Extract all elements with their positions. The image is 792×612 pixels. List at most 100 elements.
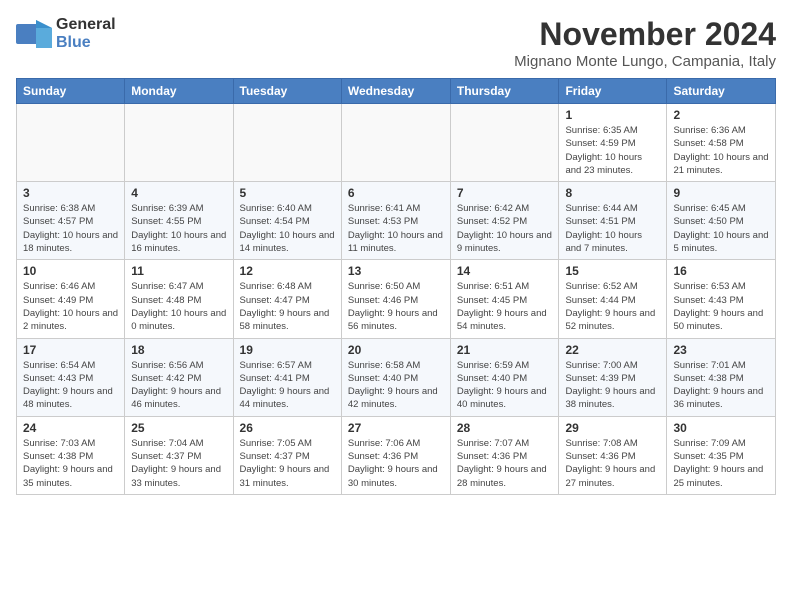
calendar-cell: 23 Sunrise: 7:01 AM Sunset: 4:38 PM Dayli… <box>667 338 776 416</box>
title-section: November 2024 Mignano Monte Lungo, Campa… <box>514 16 776 70</box>
logo-text-line1: General <box>56 16 116 34</box>
day-number: 29 <box>565 421 660 435</box>
day-info: Sunrise: 6:47 AM Sunset: 4:48 PM Dayligh… <box>131 280 226 333</box>
calendar-cell <box>341 104 450 182</box>
day-info: Sunrise: 6:53 AM Sunset: 4:43 PM Dayligh… <box>673 280 769 333</box>
day-number: 15 <box>565 264 660 278</box>
calendar-cell: 9 Sunrise: 6:45 AM Sunset: 4:50 PM Daylig… <box>667 182 776 260</box>
day-number: 18 <box>131 343 226 357</box>
day-number: 3 <box>23 186 118 200</box>
calendar-cell: 6 Sunrise: 6:41 AM Sunset: 4:53 PM Daylig… <box>341 182 450 260</box>
calendar-cell: 3 Sunrise: 6:38 AM Sunset: 4:57 PM Daylig… <box>17 182 125 260</box>
day-number: 17 <box>23 343 118 357</box>
day-info: Sunrise: 7:05 AM Sunset: 4:37 PM Dayligh… <box>240 437 335 490</box>
calendar-cell: 15 Sunrise: 6:52 AM Sunset: 4:44 PM Dayli… <box>559 260 667 338</box>
calendar-cell: 25Sunrise: 7:04 AM Sunset: 4:37 PM Dayli… <box>125 416 233 494</box>
weekday-header: Monday <box>125 79 233 104</box>
day-info: Sunrise: 6:51 AM Sunset: 4:45 PM Dayligh… <box>457 280 553 333</box>
calendar-cell: 29 Sunrise: 7:08 AM Sunset: 4:36 PM Dayli… <box>559 416 667 494</box>
calendar-header-row: SundayMondayTuesdayWednesdayThursdayFrid… <box>17 79 776 104</box>
calendar-week-row: 17Sunrise: 6:54 AM Sunset: 4:43 PM Dayli… <box>17 338 776 416</box>
calendar-week-row: 24Sunrise: 7:03 AM Sunset: 4:38 PM Dayli… <box>17 416 776 494</box>
calendar-cell: 30 Sunrise: 7:09 AM Sunset: 4:35 PM Dayli… <box>667 416 776 494</box>
calendar-table: SundayMondayTuesdayWednesdayThursdayFrid… <box>16 78 776 495</box>
calendar-cell: 11 Sunrise: 6:47 AM Sunset: 4:48 PM Dayli… <box>125 260 233 338</box>
day-number: 10 <box>23 264 118 278</box>
day-info: Sunrise: 6:44 AM Sunset: 4:51 PM Dayligh… <box>565 202 660 255</box>
calendar-cell: 7 Sunrise: 6:42 AM Sunset: 4:52 PM Daylig… <box>450 182 559 260</box>
day-info: Sunrise: 6:40 AM Sunset: 4:54 PM Dayligh… <box>240 202 335 255</box>
day-info: Sunrise: 6:59 AM Sunset: 4:40 PM Dayligh… <box>457 359 553 412</box>
page-header: General Blue November 2024 Mignano Monte… <box>16 16 776 70</box>
day-info: Sunrise: 6:35 AM Sunset: 4:59 PM Dayligh… <box>565 124 660 177</box>
weekday-header: Sunday <box>17 79 125 104</box>
calendar-week-row: 3 Sunrise: 6:38 AM Sunset: 4:57 PM Daylig… <box>17 182 776 260</box>
day-info: Sunrise: 7:01 AM Sunset: 4:38 PM Dayligh… <box>673 359 769 412</box>
day-info: Sunrise: 6:52 AM Sunset: 4:44 PM Dayligh… <box>565 280 660 333</box>
calendar-cell: 24Sunrise: 7:03 AM Sunset: 4:38 PM Dayli… <box>17 416 125 494</box>
weekday-header: Saturday <box>667 79 776 104</box>
day-number: 6 <box>348 186 444 200</box>
calendar-cell: 20Sunrise: 6:58 AM Sunset: 4:40 PM Dayli… <box>341 338 450 416</box>
day-number: 19 <box>240 343 335 357</box>
weekday-header: Wednesday <box>341 79 450 104</box>
day-info: Sunrise: 6:46 AM Sunset: 4:49 PM Dayligh… <box>23 280 118 333</box>
calendar-cell: 2Sunrise: 6:36 AM Sunset: 4:58 PM Daylig… <box>667 104 776 182</box>
day-number: 11 <box>131 264 226 278</box>
day-number: 30 <box>673 421 769 435</box>
calendar-cell: 14Sunrise: 6:51 AM Sunset: 4:45 PM Dayli… <box>450 260 559 338</box>
day-number: 26 <box>240 421 335 435</box>
day-number: 20 <box>348 343 444 357</box>
calendar-cell <box>125 104 233 182</box>
day-number: 4 <box>131 186 226 200</box>
day-info: Sunrise: 6:48 AM Sunset: 4:47 PM Dayligh… <box>240 280 335 333</box>
day-number: 21 <box>457 343 553 357</box>
day-number: 8 <box>565 186 660 200</box>
day-number: 12 <box>240 264 335 278</box>
calendar-cell <box>17 104 125 182</box>
logo: General Blue <box>16 16 116 51</box>
weekday-header: Friday <box>559 79 667 104</box>
day-info: Sunrise: 7:06 AM Sunset: 4:36 PM Dayligh… <box>348 437 444 490</box>
day-info: Sunrise: 7:08 AM Sunset: 4:36 PM Dayligh… <box>565 437 660 490</box>
day-number: 9 <box>673 186 769 200</box>
day-info: Sunrise: 6:39 AM Sunset: 4:55 PM Dayligh… <box>131 202 226 255</box>
day-number: 2 <box>673 108 769 122</box>
day-info: Sunrise: 6:50 AM Sunset: 4:46 PM Dayligh… <box>348 280 444 333</box>
day-info: Sunrise: 6:45 AM Sunset: 4:50 PM Dayligh… <box>673 202 769 255</box>
logo-icon <box>16 20 52 48</box>
calendar-cell: 12 Sunrise: 6:48 AM Sunset: 4:47 PM Dayli… <box>233 260 341 338</box>
calendar-cell: 1Sunrise: 6:35 AM Sunset: 4:59 PM Daylig… <box>559 104 667 182</box>
day-info: Sunrise: 7:00 AM Sunset: 4:39 PM Dayligh… <box>565 359 660 412</box>
day-number: 22 <box>565 343 660 357</box>
calendar-cell: 13Sunrise: 6:50 AM Sunset: 4:46 PM Dayli… <box>341 260 450 338</box>
weekday-header: Thursday <box>450 79 559 104</box>
day-info: Sunrise: 6:41 AM Sunset: 4:53 PM Dayligh… <box>348 202 444 255</box>
day-number: 23 <box>673 343 769 357</box>
day-number: 25 <box>131 421 226 435</box>
calendar-cell: 16 Sunrise: 6:53 AM Sunset: 4:43 PM Dayli… <box>667 260 776 338</box>
logo-text-line2: Blue <box>56 34 116 52</box>
day-info: Sunrise: 6:42 AM Sunset: 4:52 PM Dayligh… <box>457 202 553 255</box>
day-number: 27 <box>348 421 444 435</box>
calendar-cell: 28Sunrise: 7:07 AM Sunset: 4:36 PM Dayli… <box>450 416 559 494</box>
day-number: 7 <box>457 186 553 200</box>
day-info: Sunrise: 7:07 AM Sunset: 4:36 PM Dayligh… <box>457 437 553 490</box>
calendar-cell: 26 Sunrise: 7:05 AM Sunset: 4:37 PM Dayli… <box>233 416 341 494</box>
location-title: Mignano Monte Lungo, Campania, Italy <box>514 53 776 70</box>
day-info: Sunrise: 7:09 AM Sunset: 4:35 PM Dayligh… <box>673 437 769 490</box>
day-info: Sunrise: 6:38 AM Sunset: 4:57 PM Dayligh… <box>23 202 118 255</box>
calendar-cell: 19Sunrise: 6:57 AM Sunset: 4:41 PM Dayli… <box>233 338 341 416</box>
calendar-cell <box>450 104 559 182</box>
day-number: 16 <box>673 264 769 278</box>
weekday-header: Tuesday <box>233 79 341 104</box>
day-number: 5 <box>240 186 335 200</box>
calendar-week-row: 10 Sunrise: 6:46 AM Sunset: 4:49 PM Dayli… <box>17 260 776 338</box>
day-number: 24 <box>23 421 118 435</box>
calendar-cell: 22 Sunrise: 7:00 AM Sunset: 4:39 PM Dayli… <box>559 338 667 416</box>
calendar-cell: 5 Sunrise: 6:40 AM Sunset: 4:54 PM Daylig… <box>233 182 341 260</box>
calendar-cell <box>233 104 341 182</box>
calendar-cell: 27 Sunrise: 7:06 AM Sunset: 4:36 PM Dayli… <box>341 416 450 494</box>
day-info: Sunrise: 6:56 AM Sunset: 4:42 PM Dayligh… <box>131 359 226 412</box>
calendar-cell: 10 Sunrise: 6:46 AM Sunset: 4:49 PM Dayli… <box>17 260 125 338</box>
